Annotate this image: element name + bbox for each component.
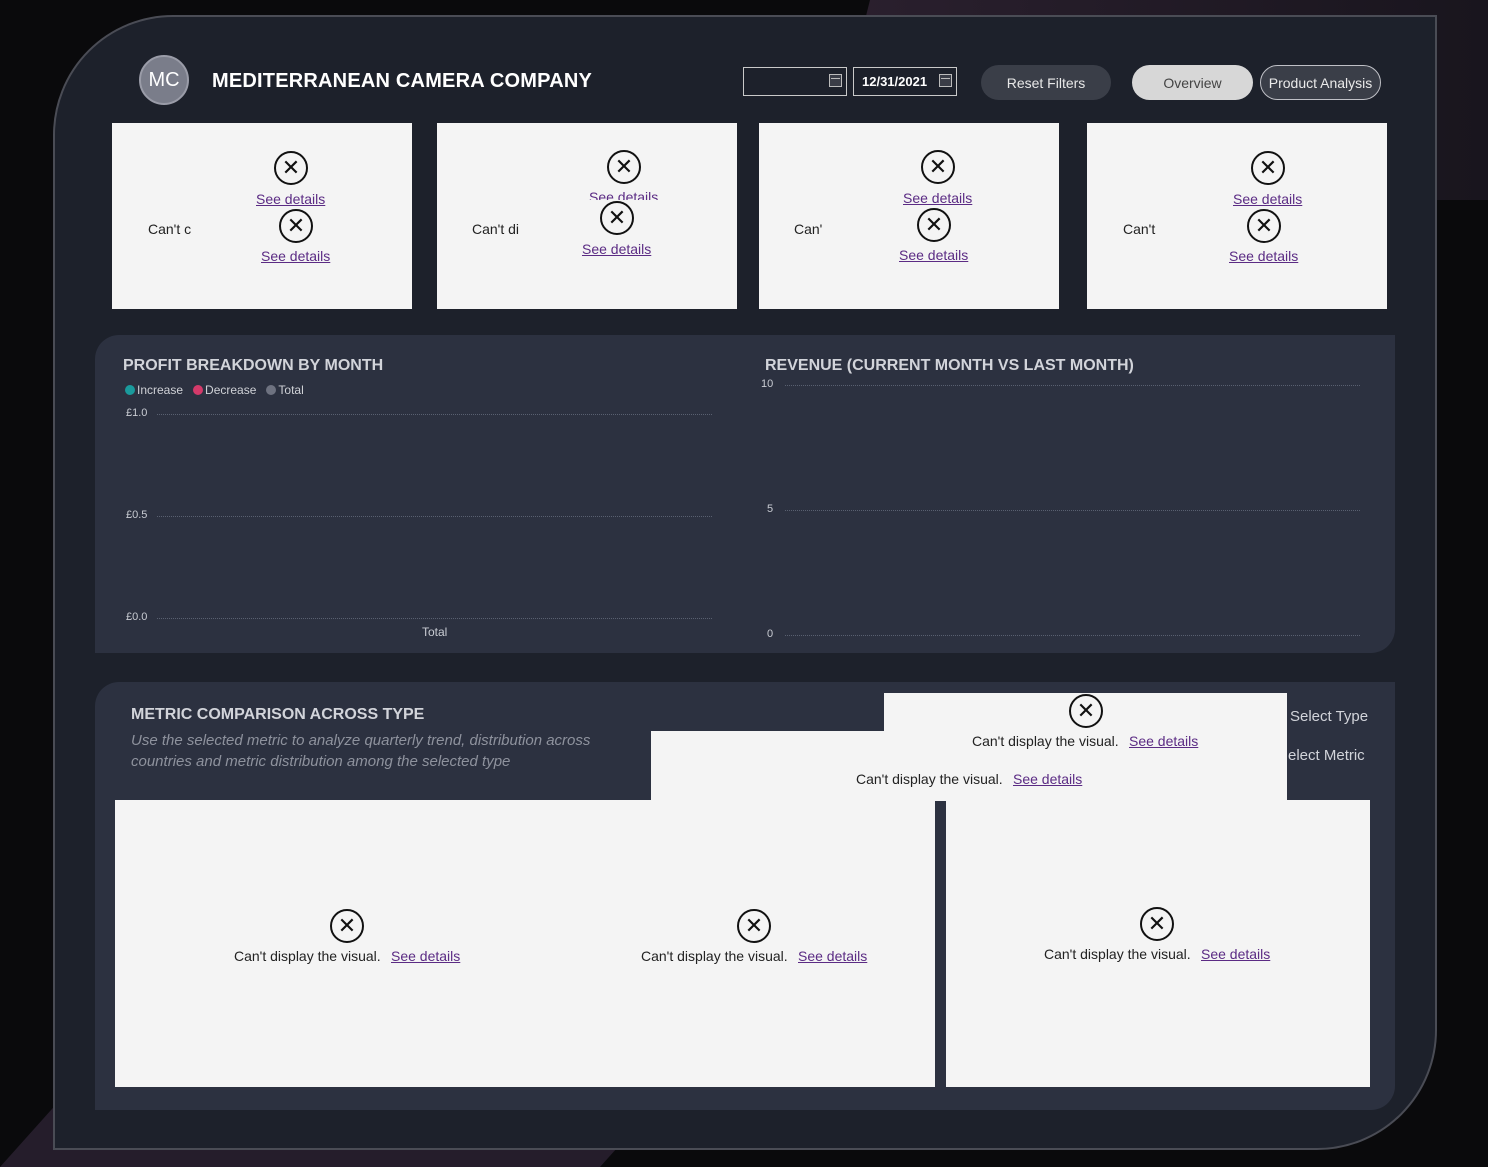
quarterly-trend-visual: ✕ Can't display the visual. See details … (115, 800, 935, 1087)
kpi-card-2: ✕ See details Can't di ✕ See details (437, 123, 737, 309)
gridline (157, 414, 712, 415)
date-start-input[interactable] (743, 67, 847, 96)
y-tick-label: 5 (767, 503, 774, 515)
calendar-icon[interactable] (939, 74, 952, 87)
error-icon: ✕ (600, 201, 634, 235)
error-icon: ✕ (1251, 151, 1285, 185)
see-details-link[interactable]: See details (798, 948, 867, 964)
error-message: Can't display the visual. (972, 733, 1119, 749)
y-tick-label: 10 (761, 378, 774, 390)
error-icon: ✕ (737, 909, 771, 943)
error-message: Can't di (472, 221, 520, 237)
error-icon: ✕ (917, 208, 951, 242)
error-icon: ✕ (279, 209, 313, 243)
see-details-link[interactable]: See details (1229, 248, 1298, 264)
gridline (157, 516, 712, 517)
legend-label: Increase (137, 383, 184, 397)
see-details-link[interactable]: See details (899, 247, 968, 263)
error-icon: ✕ (274, 151, 308, 185)
charts-panel: PROFIT BREAKDOWN BY MONTH Increase Decre… (95, 335, 1395, 653)
error-icon: ✕ (607, 150, 641, 184)
date-end-value: 12/31/2021 (862, 74, 928, 89)
error-message: Can't display the visual. (856, 771, 1003, 787)
kpi-card-1: ✕ See details Can't c ✕ See details (112, 123, 412, 309)
error-message: Can't c (148, 221, 192, 237)
kpi-card-3: ✕ See details Can' ✕ See details (759, 123, 1059, 309)
legend-item-decrease[interactable]: Decrease (193, 383, 256, 397)
gridline (785, 510, 1360, 511)
y-tick-label: £0.5 (126, 509, 148, 521)
error-icon: ✕ (330, 909, 364, 943)
error-message: Can' (794, 221, 823, 237)
y-tick-label: 0 (767, 628, 774, 640)
legend-dot (266, 385, 277, 395)
legend-item-total[interactable]: Total (266, 383, 304, 397)
legend-label: Total (278, 383, 304, 397)
error-icon: ✕ (1140, 907, 1174, 941)
date-end-input[interactable]: 12/31/2021 (853, 67, 957, 96)
report-canvas: MC MEDITERRANEAN CAMERA COMPANY 12/31/20… (53, 15, 1437, 1150)
error-message: Can't display the visual. (641, 948, 788, 964)
type-slicer-visual: ✕ Can't display the visual. See details (884, 693, 1287, 760)
company-title: MEDITERRANEAN CAMERA COMPANY (212, 70, 593, 92)
error-message: Can't display the visual. (1044, 946, 1191, 962)
error-message: Can't (1123, 221, 1156, 237)
gridline (157, 618, 712, 619)
error-icon: ✕ (1247, 209, 1281, 243)
gridline (785, 635, 1360, 636)
see-details-link[interactable]: See details (261, 248, 330, 264)
profit-chart-title: PROFIT BREAKDOWN BY MONTH (123, 357, 384, 374)
legend-item-increase[interactable]: Increase (125, 383, 183, 397)
company-logo: MC (139, 55, 189, 105)
product-analysis-nav-button[interactable]: Product Analysis (1260, 65, 1381, 100)
see-details-link[interactable]: See details (1233, 191, 1302, 207)
y-tick-label: £1.0 (126, 407, 148, 419)
metric-section-subtitle: Use the selected metric to analyze quart… (131, 732, 591, 770)
select-metric-label: elect Metric (1288, 747, 1365, 764)
see-details-link[interactable]: See details (1129, 733, 1198, 749)
metric-section-title: METRIC COMPARISON ACROSS TYPE (131, 706, 425, 723)
reset-filters-button[interactable]: Reset Filters (981, 65, 1111, 100)
see-details-link[interactable]: See details (1201, 946, 1270, 962)
calendar-icon[interactable] (829, 74, 842, 87)
see-details-link[interactable]: See details (582, 241, 651, 257)
profit-chart-legend: Increase Decrease Total (125, 383, 308, 397)
kpi-card-4: ✕ See details Can't ✕ See details (1087, 123, 1387, 309)
legend-dot (193, 385, 204, 395)
y-tick-label: £0.0 (126, 611, 148, 623)
see-details-link[interactable]: See details (256, 191, 325, 207)
legend-dot (125, 385, 135, 395)
x-tick-label: Total (422, 625, 448, 639)
select-type-label: Select Type (1290, 708, 1369, 725)
metric-comparison-panel: METRIC COMPARISON ACROSS TYPE Use the se… (95, 682, 1395, 1110)
type-distribution-visual: ✕ Can't display the visual. See details (946, 800, 1370, 1087)
revenue-chart-title: REVENUE (CURRENT MONTH VS LAST MONTH) (765, 357, 1134, 374)
error-icon: ✕ (1069, 694, 1103, 728)
see-details-link[interactable]: See details (1013, 771, 1082, 787)
see-details-link[interactable]: See details (589, 189, 658, 200)
error-message: Can't display the visual. (234, 948, 381, 964)
see-details-link[interactable]: See details (391, 948, 460, 964)
legend-label: Decrease (205, 383, 257, 397)
overview-nav-button[interactable]: Overview (1132, 65, 1253, 100)
see-details-link[interactable]: See details (903, 190, 972, 206)
error-icon: ✕ (921, 150, 955, 184)
gridline (785, 385, 1360, 386)
